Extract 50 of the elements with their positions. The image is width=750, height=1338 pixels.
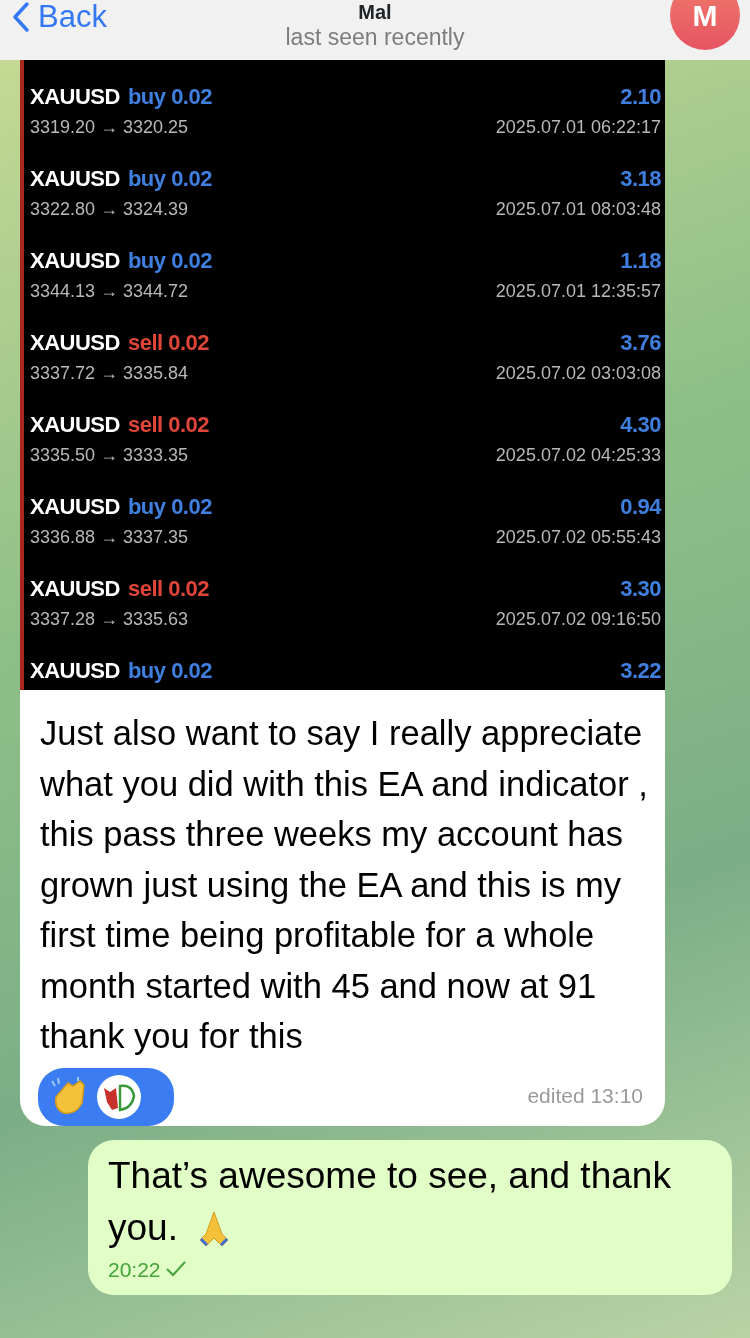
contact-name: Mal	[358, 0, 392, 24]
trade-side-lot: buy 0.02	[127, 657, 212, 685]
price-range: 3337.28 → 3335.63	[30, 608, 189, 631]
trade-side-lot: buy 0.02	[127, 493, 212, 521]
price-range: 3336.88 → 3337.35	[30, 526, 189, 549]
message-text: you.	[108, 1205, 178, 1250]
price-range: 3335.50 → 3333.35	[30, 444, 189, 467]
last-seen-status: last seen recently	[285, 24, 465, 50]
trade-time: 2025.07.01 08:03:48	[495, 198, 661, 221]
profit-value: 3.18	[620, 165, 661, 193]
trade-time: 2025.07.02 05:55:43	[495, 526, 661, 549]
price-range: 3337.72 → 3335.84	[30, 362, 189, 385]
profit-value: 4.30	[620, 411, 661, 439]
profit-value: 3.76	[620, 329, 661, 357]
trade-side-lot: sell 0.02	[127, 329, 210, 357]
back-chevron-icon	[12, 1, 30, 33]
trade-time: 2025.07.01 12:35:57	[495, 280, 661, 303]
reactions-pill[interactable]	[38, 1067, 174, 1126]
price-range: 3322.80 → 3324.39	[30, 198, 189, 221]
symbol-label: XAUUSD	[30, 247, 120, 275]
symbol-label: XAUUSD	[30, 83, 120, 111]
message-time: 20:22	[108, 1256, 161, 1283]
message-text: That’s awesome to see, and thank	[108, 1153, 672, 1198]
price-range: 3344.13 → 3344.72	[30, 280, 189, 303]
trade-side-lot: buy 0.02	[127, 83, 212, 111]
trade-side-lot: buy 0.02	[127, 165, 212, 193]
back-button[interactable]: Back	[0, 0, 107, 34]
trade-time: 2025.07.02 04:25:33	[495, 444, 661, 467]
trade-side-lot: buy 0.02	[127, 247, 212, 275]
trade-time: 2025.07.02 03:03:08	[495, 362, 661, 385]
price-range: 3319.20 → 3320.25	[30, 116, 189, 139]
edited-timestamp: edited 13:10	[527, 1083, 644, 1109]
profit-value: 1.18	[620, 247, 661, 275]
symbol-label: XAUUSD	[30, 657, 120, 685]
trade-side-lot: sell 0.02	[127, 575, 210, 603]
symbol-label: XAUUSD	[30, 411, 120, 439]
symbol-label: XAUUSD	[30, 329, 120, 357]
trade-time: 2025.07.02 09:16:50	[495, 608, 661, 631]
avatar[interactable]: M	[670, 0, 740, 50]
profit-value: 2.10	[620, 83, 661, 111]
symbol-label: XAUUSD	[30, 165, 120, 193]
profit-value: 3.22	[620, 657, 661, 685]
message-text: Just also want to say I really appreciate what you did with this EA and indicator , this pass three weeks my account has grown just using the EA and this is my first time being profitable for a whole month started with 45 and now at 91 thank you for this	[39, 713, 649, 1057]
symbol-label: XAUUSD	[30, 575, 120, 603]
checkmark-icon	[164, 1260, 187, 1279]
trade-side-lot: sell 0.02	[127, 411, 210, 439]
profit-value: 3.30	[620, 575, 661, 603]
trade-time: 2025.07.01 06:22:17	[495, 116, 661, 139]
symbol-label: XAUUSD	[30, 493, 120, 521]
profit-value: 0.94	[620, 493, 661, 521]
